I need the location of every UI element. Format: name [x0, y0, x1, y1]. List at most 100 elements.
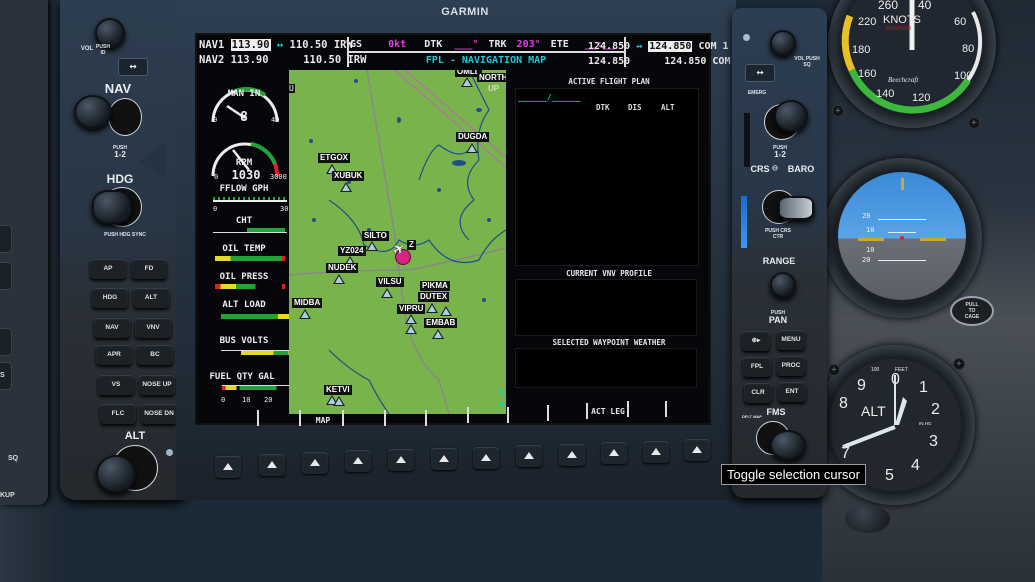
waypoint-icon[interactable]: [299, 309, 311, 319]
direct-to-button[interactable]: ⊕▸: [742, 331, 770, 351]
alt-knob[interactable]: [96, 455, 136, 493]
proc-button[interactable]: PROC: [777, 356, 805, 376]
com-push-12: 1-2: [774, 150, 786, 159]
com2-active-freq[interactable]: 124.850: [588, 56, 630, 67]
fpl-button[interactable]: FPL: [743, 357, 771, 377]
fuel-qty-bar: [222, 385, 294, 390]
waypoint-label[interactable]: XUBUK: [332, 171, 365, 181]
crs-label: CRS: [750, 164, 770, 174]
screw-icon: +: [828, 364, 840, 376]
fms-knob[interactable]: [770, 430, 806, 460]
vnv-button[interactable]: VNV: [135, 318, 171, 338]
waypoint-icon[interactable]: [366, 241, 378, 251]
waypoint-icon[interactable]: [381, 288, 393, 298]
softkey-6[interactable]: [431, 448, 457, 470]
waypoint-label[interactable]: VILSU: [376, 277, 404, 287]
attitude-indicator: 20 10 10 20: [822, 158, 982, 318]
screw-icon: +: [968, 117, 980, 129]
waypoint-icon[interactable]: [440, 306, 452, 316]
com-swap-button[interactable]: ↔: [745, 64, 775, 82]
waypoint-label[interactable]: NUDEK: [326, 263, 359, 273]
range-joystick[interactable]: [770, 272, 796, 298]
menu-button[interactable]: MENU: [777, 330, 805, 350]
man-in-max: 40: [271, 116, 280, 124]
hdg-button[interactable]: HDG: [92, 288, 128, 308]
hdg-knob[interactable]: [92, 190, 132, 224]
nav-button[interactable]: NAV: [94, 318, 130, 338]
softkey-3[interactable]: [302, 452, 328, 474]
ent-button[interactable]: ENT: [778, 382, 806, 402]
softkey-12[interactable]: [684, 439, 710, 461]
dimmer-slider[interactable]: [741, 196, 747, 248]
edge-button[interactable]: [0, 328, 12, 356]
map-scale-value: 5: [499, 388, 504, 397]
waypoint-icon[interactable]: [466, 143, 478, 153]
crs-baro-knob[interactable]: [778, 196, 814, 220]
fuel-tick-0: 0: [221, 396, 226, 404]
waypoint-icon[interactable]: [432, 329, 444, 339]
waypoint-label[interactable]: ETGOX: [318, 153, 351, 163]
waypoint-label[interactable]: DUGDA: [456, 132, 490, 142]
softkey-5[interactable]: [388, 449, 414, 471]
waypoint-icon[interactable]: [405, 324, 417, 334]
nav1-standby-freq[interactable]: 110.50: [290, 39, 328, 51]
waypoint-label[interactable]: YZ024: [338, 246, 366, 256]
edge-button[interactable]: [0, 262, 12, 290]
navigation-map[interactable]: U OMLL NORTH UP DUGDA ETGOX XUBUK SILTO …: [289, 70, 506, 414]
waypoint-label[interactable]: PIKMA: [420, 281, 450, 291]
screw-icon: +: [953, 358, 965, 370]
softkey-2-map[interactable]: [259, 454, 285, 476]
alt-button[interactable]: ALT: [133, 288, 169, 308]
nav2-standby-freq[interactable]: 110.50: [303, 54, 341, 66]
softkey-4[interactable]: [345, 450, 371, 472]
asi-tick-80: 80: [962, 43, 975, 55]
nav2-row: NAV2 113.90 110.50 IRW: [199, 54, 366, 66]
asi-tick-180: 180: [852, 44, 871, 56]
bc-button[interactable]: BC: [137, 345, 173, 365]
flight-plan-route[interactable]: ______/______: [518, 93, 581, 102]
pull-to-cage-knob[interactable]: PULL TO CAGE: [950, 296, 994, 326]
flight-plan-pane[interactable]: ______/______ DTK DIS ALT: [515, 88, 699, 266]
softkey-9-act-leg[interactable]: [559, 444, 585, 466]
waypoint-label[interactable]: DUTEX: [418, 292, 450, 302]
waypoint-icon[interactable]: [333, 396, 345, 406]
baro-set-knob[interactable]: [845, 505, 890, 533]
clr-button[interactable]: CLR: [744, 383, 772, 403]
nav-knob[interactable]: [74, 95, 112, 129]
waypoint-label[interactable]: MIDBA: [292, 298, 323, 308]
apr-button[interactable]: APR: [96, 345, 132, 365]
nav2-active-freq[interactable]: 113.90: [231, 54, 269, 66]
waypoint-icon[interactable]: [461, 77, 473, 87]
softkey-7[interactable]: [473, 447, 499, 469]
waypoint-icon[interactable]: [333, 274, 345, 284]
ap-button[interactable]: AP: [90, 259, 126, 279]
softkey-divider: [299, 410, 301, 426]
flc-button[interactable]: FLC: [100, 404, 136, 424]
waypoint-icon[interactable]: [426, 303, 438, 313]
nav-knob-outer[interactable]: [108, 98, 142, 136]
com2-standby-freq[interactable]: 124.850: [664, 56, 706, 67]
softkey-1[interactable]: [215, 456, 241, 478]
com-knob[interactable]: [774, 100, 808, 132]
waypoint-label[interactable]: EMBAB: [424, 318, 458, 328]
nose-dn-button[interactable]: NOSE DN: [141, 404, 177, 424]
fd-button[interactable]: FD: [131, 259, 167, 279]
nav-swap-button[interactable]: ↔: [118, 58, 148, 76]
nav1-active-freq[interactable]: 113.90: [230, 39, 271, 51]
softkey-11[interactable]: [643, 441, 669, 463]
waypoint-label[interactable]: VIPRU: [397, 304, 426, 314]
edge-button[interactable]: [0, 225, 12, 253]
waypoint-icon[interactable]: [340, 182, 352, 192]
waypoint-label[interactable]: KETVI: [324, 385, 352, 395]
com1-active-freq[interactable]: 124.850: [588, 41, 630, 52]
waypoint-label[interactable]: SILTO: [362, 231, 389, 241]
waypoint-icon[interactable]: [405, 314, 417, 324]
vol-squelch-knob[interactable]: [770, 30, 796, 56]
vs-button[interactable]: VS: [98, 375, 134, 395]
waypoint-label[interactable]: Z: [407, 240, 416, 250]
softkey-10[interactable]: [601, 442, 627, 464]
fflow-min: 0: [213, 205, 218, 213]
nose-up-button[interactable]: NOSE UP: [139, 375, 175, 395]
softkey-8[interactable]: [516, 445, 542, 467]
com1-standby-freq[interactable]: 124.850: [648, 41, 693, 52]
